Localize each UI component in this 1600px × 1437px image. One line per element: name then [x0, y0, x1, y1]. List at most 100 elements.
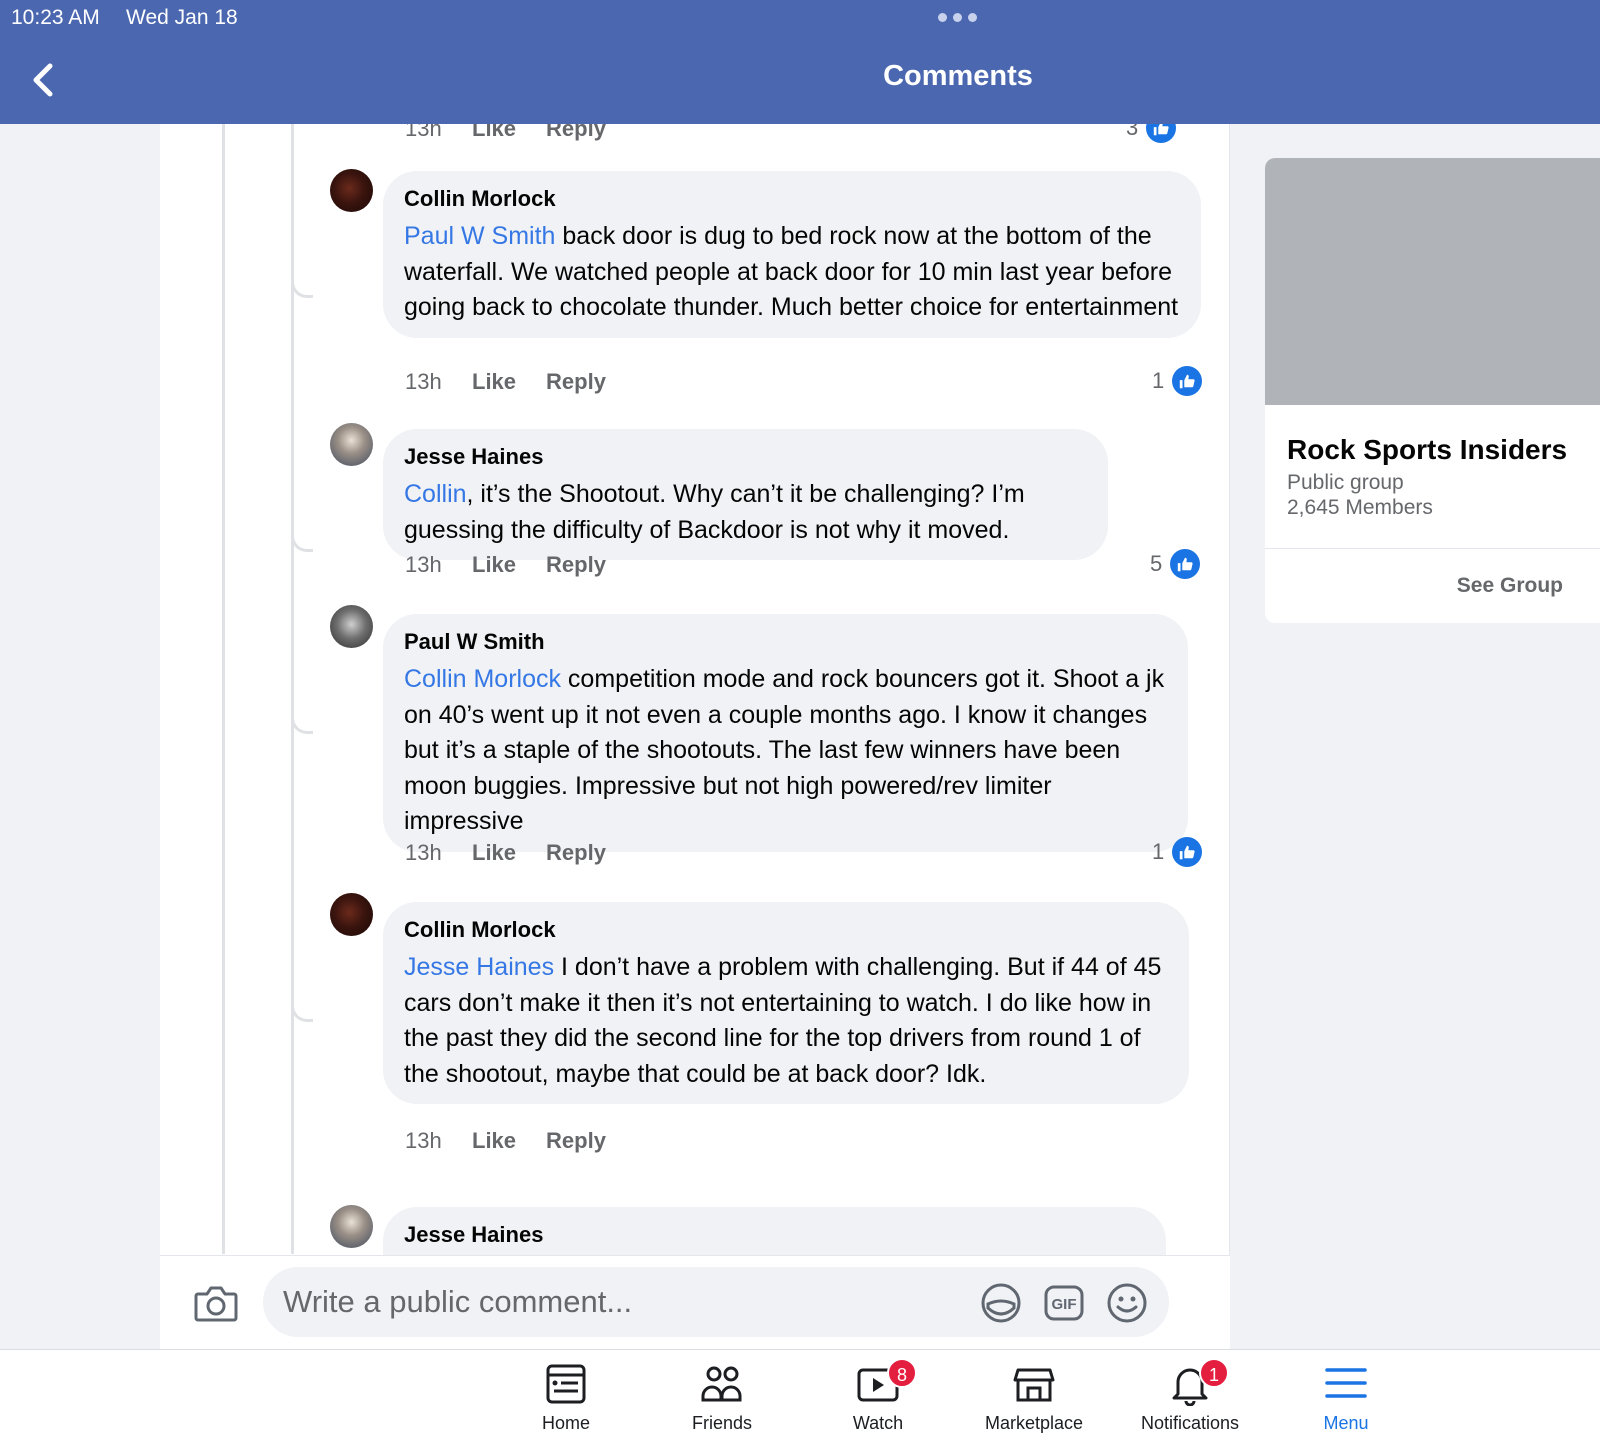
group-card: Rock Sports Insiders Public group 2,645 … [1265, 158, 1600, 623]
tab-label: Home [541, 1413, 590, 1433]
reply-link[interactable]: Reply [546, 1128, 606, 1154]
avatar[interactable] [330, 1205, 373, 1248]
reply-link[interactable]: Reply [546, 840, 606, 866]
comment-time: 13h [405, 369, 442, 394]
thread-connector [291, 530, 313, 552]
comment-bubble: Collin Morlock Jesse Haines I don’t have… [383, 902, 1189, 1104]
comment-time: 13h [405, 552, 442, 577]
top-bar: 10:23 AM Wed Jan 18 Comments [0, 0, 1600, 124]
reaction-number: 1 [1152, 368, 1165, 393]
thumbs-up-icon [1170, 549, 1201, 579]
comment-actions: 13h Like Reply [405, 840, 636, 866]
comment-time: 13h [405, 124, 442, 141]
comment-actions: 13h Like Reply [405, 124, 636, 142]
friends-icon [701, 1366, 742, 1402]
group-type: Public group [1287, 471, 1404, 494]
group-member-count: 2,645 Members [1287, 496, 1433, 519]
comment-actions: 13h Like Reply [405, 552, 636, 578]
comment-text: Collin, it’s the Shootout. Why can’t it … [404, 480, 1025, 544]
like-link[interactable]: Like [472, 552, 516, 578]
comment-author[interactable]: Collin Morlock [404, 916, 1168, 944]
tab-label: Friends [691, 1413, 753, 1433]
reply-link[interactable]: Reply [546, 124, 606, 142]
like-link[interactable]: Like [472, 369, 516, 395]
divider [1265, 548, 1600, 549]
like-link[interactable]: Like [472, 1128, 516, 1154]
thread-line [291, 124, 294, 1254]
comment-author[interactable]: Jesse Haines [404, 443, 1087, 471]
bottom-tab-bar: Home Friends 8 Watch Marketplace 1 Notif… [0, 1349, 1600, 1437]
camera-icon[interactable] [194, 1282, 238, 1322]
comment-actions: 13h Like Reply [405, 369, 636, 395]
emoji-icon[interactable] [1106, 1282, 1148, 1324]
mention-link[interactable]: Collin Morlock [404, 665, 561, 693]
menu-icon [1325, 1368, 1367, 1398]
comment-text: Jesse Haines I don’t have a problem with… [404, 953, 1162, 1088]
tab-home[interactable]: Home [491, 1350, 641, 1437]
comment-author[interactable]: Jesse Haines [404, 1221, 1145, 1249]
thread-connector [291, 712, 313, 734]
avatar[interactable] [330, 423, 373, 466]
thread-connector [291, 276, 313, 298]
tab-menu[interactable]: Menu [1271, 1350, 1421, 1437]
watch-badge: 8 [887, 1358, 917, 1388]
marketplace-icon [1013, 1368, 1055, 1402]
tab-label: Notifications [1140, 1413, 1240, 1433]
comment-bubble: Collin Morlock Paul W Smith back door is… [383, 171, 1201, 338]
avatar[interactable] [330, 605, 373, 648]
comment-author[interactable]: Paul W Smith [404, 628, 1167, 656]
comment-bubble: Jesse Haines Collin, it’s the Shootout. … [383, 429, 1108, 560]
reply-link[interactable]: Reply [546, 552, 606, 578]
group-cover-image[interactable] [1265, 158, 1600, 405]
status-time: 10:23 AM [11, 6, 100, 29]
thread-line [222, 124, 225, 1254]
tab-label: Marketplace [984, 1413, 1084, 1433]
status-date: Wed Jan 18 [126, 6, 238, 29]
tab-marketplace[interactable]: Marketplace [959, 1350, 1109, 1437]
reaction-number: 1 [1152, 839, 1165, 864]
reply-link[interactable]: Reply [546, 369, 606, 395]
reaction-number: 5 [1150, 551, 1163, 576]
thumbs-up-icon [1146, 124, 1177, 143]
comment-text: Paul W Smith back door is dug to bed roc… [404, 222, 1179, 321]
notifications-badge: 1 [1199, 1358, 1229, 1388]
comment-time: 13h [405, 1128, 442, 1153]
gif-icon[interactable]: GIF [1043, 1282, 1085, 1324]
comment-actions: 13h Like Reply [405, 1128, 636, 1154]
sticker-icon[interactable] [980, 1282, 1022, 1324]
page-title: Comments [883, 60, 1033, 92]
comment-input[interactable] [283, 1267, 963, 1337]
see-group-button[interactable]: See Group [1457, 574, 1563, 598]
group-name[interactable]: Rock Sports Insiders [1287, 434, 1567, 466]
multitask-dots-icon[interactable] [938, 13, 977, 22]
comment-bubble: Paul W Smith Collin Morlock competition … [383, 614, 1188, 852]
home-icon [546, 1364, 586, 1404]
tab-watch[interactable]: 8 Watch [803, 1350, 953, 1437]
comments-feed[interactable]: 13h Like Reply 3 Collin Morlock Paul W S… [160, 124, 1230, 1349]
tab-friends[interactable]: Friends [647, 1350, 797, 1437]
mention-link[interactable]: Jesse Haines [404, 953, 554, 981]
like-link[interactable]: Like [472, 124, 516, 142]
comment-composer: GIF [160, 1255, 1230, 1349]
like-link[interactable]: Like [472, 840, 516, 866]
tab-label: Watch [852, 1413, 904, 1433]
reaction-count[interactable]: 3 [1126, 124, 1177, 143]
avatar[interactable] [330, 893, 373, 936]
reaction-count[interactable]: 1 [1152, 837, 1203, 867]
tab-notifications[interactable]: 1 Notifications [1115, 1350, 1265, 1437]
reaction-number: 3 [1126, 124, 1139, 140]
comment-text: Collin Morlock competition mode and rock… [404, 665, 1165, 835]
thumbs-up-icon [1172, 366, 1203, 396]
svg-text:GIF: GIF [1052, 1296, 1077, 1313]
reaction-count[interactable]: 1 [1152, 366, 1203, 396]
comment-input-wrapper: GIF [263, 1267, 1169, 1337]
thread-connector [291, 1000, 313, 1022]
mention-link[interactable]: Collin [404, 480, 467, 508]
avatar[interactable] [330, 169, 373, 212]
thumbs-up-icon [1172, 837, 1203, 867]
tab-label: Menu [1323, 1413, 1369, 1433]
comment-author[interactable]: Collin Morlock [404, 185, 1180, 213]
reaction-count[interactable]: 5 [1150, 549, 1201, 579]
comment-time: 13h [405, 840, 442, 865]
mention-link[interactable]: Paul W Smith [404, 222, 555, 250]
